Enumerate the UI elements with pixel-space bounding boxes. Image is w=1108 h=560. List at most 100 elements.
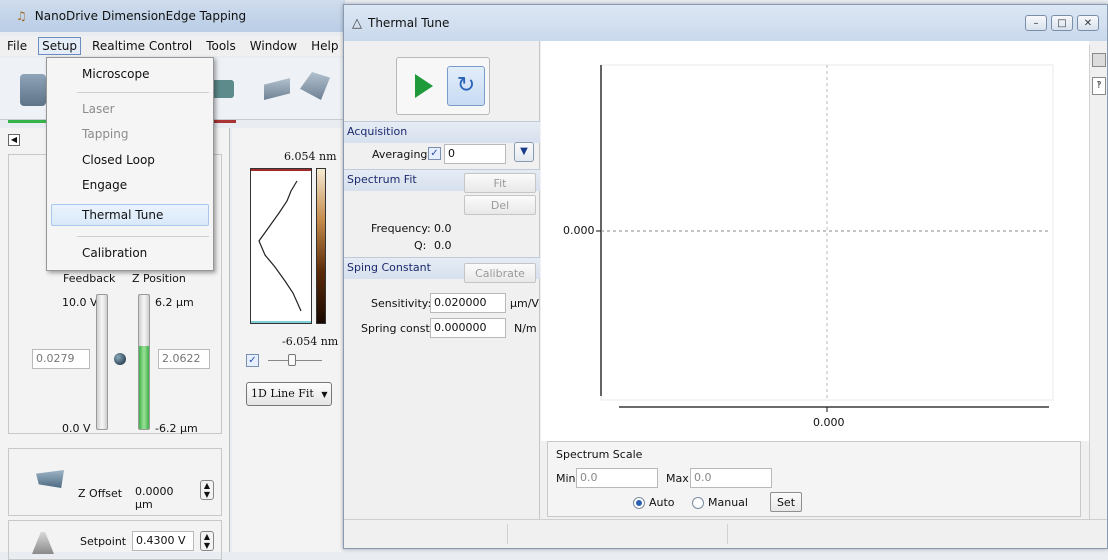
manual-label: Manual [708, 496, 748, 509]
spectrum-plot-svg [596, 64, 1054, 412]
set-button[interactable]: Set [770, 492, 802, 512]
maximize-button[interactable]: □ [1051, 15, 1073, 31]
crosshair-icon[interactable]: ‽ [1092, 77, 1106, 95]
probe-up-icon[interactable] [300, 72, 330, 100]
refresh-button[interactable]: ↻ [447, 66, 485, 106]
scale-bottom-label: -6.054 nm [282, 335, 339, 348]
q-value: 0.0 [434, 239, 452, 252]
setpoint-stepper[interactable]: ▲ ▼ [200, 531, 214, 551]
line-fit-select[interactable]: 1D Line Fit ▼ [246, 382, 332, 406]
feedback-top: 10.0 V [62, 296, 98, 309]
feedback-bottom: 0.0 V [62, 422, 91, 435]
refresh-icon: ↻ [456, 73, 476, 98]
spring-const-field[interactable]: 0.000000 [430, 318, 506, 338]
spring-const-unit: N/m [514, 322, 537, 335]
scale-top-label: 6.054 nm [284, 150, 337, 163]
zposition-bottom: -6.2 µm [155, 422, 198, 435]
x-tick-label: 0.000 [813, 416, 845, 429]
menu-item-microscope[interactable]: Microscope [82, 67, 150, 81]
menu-item-tapping[interactable]: Tapping [82, 127, 129, 141]
profile-panel: 6.054 nm -6.054 nm ✓ 1D Line Fit ▼ [232, 128, 342, 552]
menu-window[interactable]: Window [247, 38, 300, 54]
status-indicator-red [214, 120, 236, 123]
setup-menu-dropdown: Microscope Laser Tapping Closed Loop Eng… [46, 57, 214, 271]
menu-setup[interactable]: Setup [38, 37, 82, 55]
zposition-label: Z Position [132, 272, 186, 285]
y-tick-label: 0.000 [563, 224, 595, 237]
app-title-bar: ♫ NanoDrive DimensionEdge Tapping [0, 0, 345, 32]
plot-side-toolbar: ‽ [1089, 45, 1107, 519]
q-label: Q: [414, 239, 427, 252]
feedback-label: Feedback [63, 272, 116, 285]
setpoint-field[interactable]: 0.4300 V [132, 531, 194, 551]
spring-const-label: Spring const: [361, 322, 434, 335]
tool-icon[interactable] [212, 80, 234, 98]
menu-item-calibration[interactable]: Calibration [82, 246, 147, 260]
minimize-button[interactable]: – [1025, 15, 1047, 31]
color-scale-bar [316, 168, 326, 324]
zposition-top: 6.2 µm [155, 296, 194, 309]
thermal-tune-title-bar: △ Thermal Tune – □ ✕ [344, 5, 1107, 41]
play-button[interactable] [403, 66, 443, 106]
z-offset-field[interactable]: 0.0000 µm [132, 483, 196, 511]
spectrum-scale-group: Spectrum Scale Min 0.0 Max 0.0 Auto Manu… [547, 441, 1081, 517]
profile-slider-thumb[interactable] [288, 354, 296, 366]
menu-item-thermal-tune[interactable]: Thermal Tune [82, 208, 163, 222]
manual-radio[interactable] [692, 497, 704, 509]
feedback-value-field[interactable]: 0.0279 [32, 349, 90, 369]
run-toolbar: ↻ [396, 57, 490, 115]
sensitivity-label: Sensitivity: [371, 297, 432, 310]
acquisition-header: Acquisition [344, 121, 540, 143]
status-indicator-green [8, 120, 48, 123]
zposition-value-field[interactable]: 2.0622 [158, 349, 210, 369]
profile-checkbox[interactable]: ✓ [246, 354, 259, 367]
feedback-bar [96, 294, 108, 430]
menu-help[interactable]: Help [308, 38, 341, 54]
app-icon: ♫ [16, 9, 27, 23]
spectrum-plot: 0.000 0.000 [541, 41, 1089, 441]
menu-file[interactable]: File [4, 38, 30, 54]
auto-radio[interactable] [633, 497, 645, 509]
app-title: NanoDrive DimensionEdge Tapping [34, 9, 247, 23]
menu-item-engage[interactable]: Engage [82, 178, 127, 192]
probe-down-icon[interactable] [264, 78, 290, 100]
menu-item-laser[interactable]: Laser [82, 102, 115, 116]
averaging-field[interactable]: 0 [444, 144, 506, 164]
menu-realtime-control[interactable]: Realtime Control [89, 38, 195, 54]
status-bar [344, 519, 1107, 548]
frequency-value: 0.0 [434, 222, 452, 235]
spectrum-scale-label: Spectrum Scale [556, 448, 643, 461]
thermal-tune-window: △ Thermal Tune – □ ✕ ↻ Acquisition Avera… [343, 4, 1108, 549]
max-label: Max [666, 472, 689, 485]
frequency-label: Frequency: [371, 222, 431, 235]
del-button[interactable]: Del [464, 195, 536, 215]
line-fit-value: 1D Line Fit [251, 387, 314, 400]
min-field[interactable]: 0.0 [576, 468, 658, 488]
save-icon[interactable] [1092, 53, 1106, 67]
expand-chevron-icon[interactable]: ▼ [514, 142, 534, 162]
collapse-arrow-icon[interactable]: ◀ [8, 134, 20, 146]
sensitivity-unit: µm/V [510, 297, 539, 310]
auto-label: Auto [649, 496, 675, 509]
averaging-checkbox[interactable]: ✓ [428, 147, 441, 160]
fit-button[interactable]: Fit [464, 173, 536, 193]
setpoint-label: Setpoint [80, 535, 127, 548]
microscope-icon[interactable] [20, 74, 46, 106]
thermal-tune-title: Thermal Tune [368, 16, 450, 30]
zposition-bar [138, 294, 150, 430]
max-field[interactable]: 0.0 [690, 468, 772, 488]
calibrate-button[interactable]: Calibrate [464, 263, 536, 283]
menu-item-closed-loop[interactable]: Closed Loop [82, 153, 155, 167]
close-button[interactable]: ✕ [1077, 15, 1099, 31]
z-offset-stepper[interactable]: ▲ ▼ [200, 480, 214, 500]
triangle-icon: △ [352, 15, 362, 31]
z-offset-label: Z Offset [78, 487, 123, 500]
play-icon [415, 74, 433, 98]
min-label: Min [556, 472, 576, 485]
sensitivity-field[interactable]: 0.020000 [430, 293, 506, 313]
chevron-down-icon: ▼ [321, 390, 328, 399]
averaging-label: Averaging [372, 148, 428, 161]
menu-tools[interactable]: Tools [203, 38, 239, 54]
profile-plot [250, 168, 312, 324]
thermal-tune-controls: ↻ Acquisition Averaging ✓ 0 ▼ Spectrum F… [344, 41, 540, 519]
